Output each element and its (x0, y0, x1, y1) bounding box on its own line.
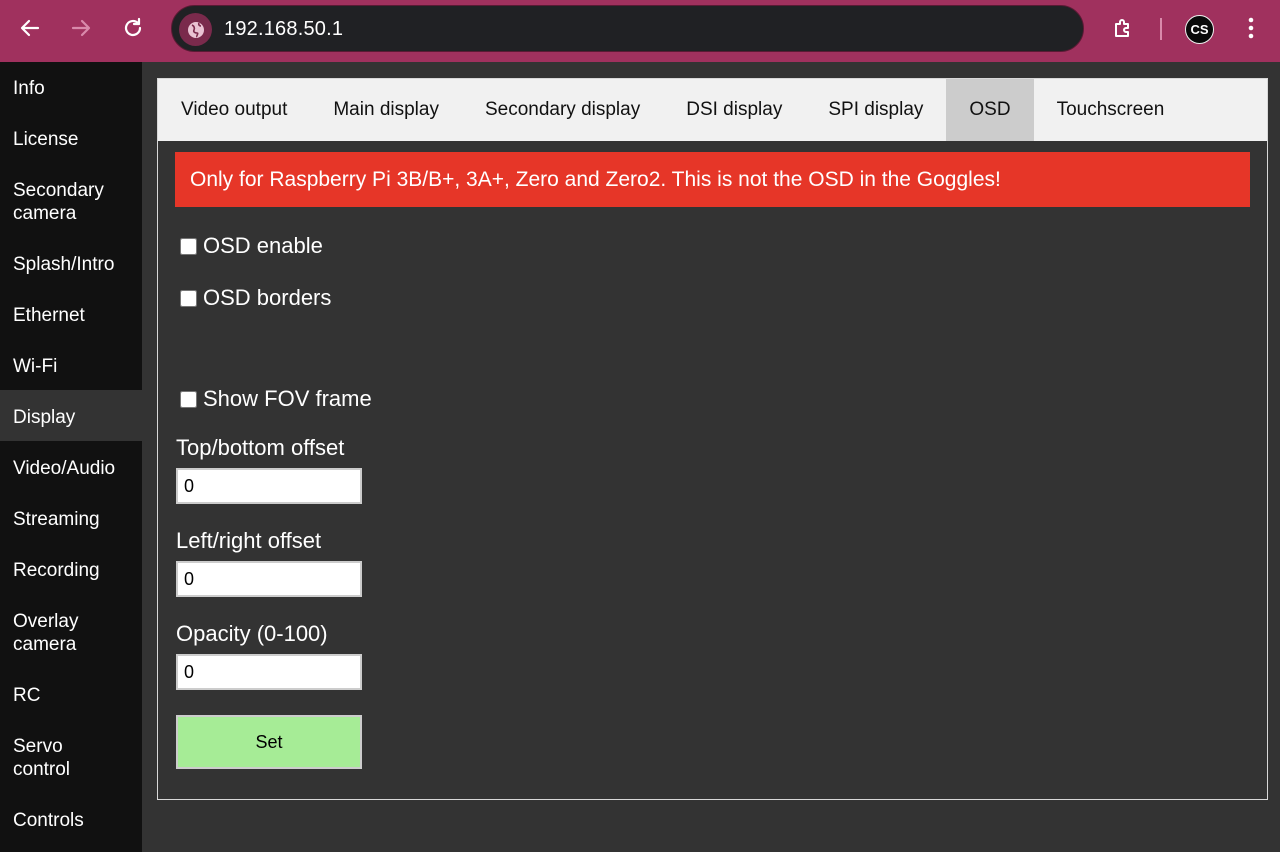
show-fov-row[interactable]: Show FOV frame (180, 386, 372, 412)
profile-avatar[interactable]: CS (1185, 15, 1214, 44)
tab-main-display[interactable]: Main display (310, 79, 462, 141)
opacity-label: Opacity (0-100) (176, 621, 328, 646)
left-right-offset-input[interactable] (176, 561, 362, 597)
globe-icon[interactable] (179, 13, 212, 46)
display-panel: Video output Main display Secondary disp… (157, 78, 1268, 800)
osd-enable-label: OSD enable (203, 233, 323, 258)
osd-enable-checkbox[interactable] (180, 237, 197, 255)
sidebar-item-splash-intro[interactable]: Splash/Intro (0, 237, 142, 288)
left-right-offset-label: Left/right offset (176, 528, 322, 553)
tab-video-output[interactable]: Video output (158, 79, 310, 141)
osd-borders-checkbox[interactable] (180, 289, 197, 307)
set-button[interactable]: Set (176, 715, 362, 769)
reload-icon[interactable] (115, 10, 151, 46)
top-bottom-offset-input[interactable] (176, 468, 362, 504)
tab-bar: Video output Main display Secondary disp… (158, 79, 1267, 141)
more-menu-icon[interactable] (1233, 10, 1269, 46)
sidebar-item-streaming[interactable]: Streaming (0, 492, 142, 543)
extensions-icon[interactable] (1105, 10, 1141, 46)
osd-borders-label: OSD borders (203, 285, 332, 310)
sidebar-item-secondary-camera[interactable]: Secondary camera (0, 163, 130, 237)
tab-dsi-display[interactable]: DSI display (663, 79, 805, 141)
top-bottom-offset-label: Top/bottom offset (176, 435, 345, 460)
sidebar-item-license[interactable]: License (0, 112, 142, 163)
sidebar-item-controls[interactable]: Controls (0, 793, 142, 844)
osd-enable-row[interactable]: OSD enable (180, 233, 323, 259)
url-text: 192.168.50.1 (224, 18, 344, 40)
sidebar-item-wifi[interactable]: Wi-Fi (0, 339, 142, 390)
sidebar-item-overlay-camera[interactable]: Overlay camera (0, 594, 110, 668)
tab-osd[interactable]: OSD (946, 79, 1034, 141)
tab-spi-display[interactable]: SPI display (805, 79, 946, 141)
osd-borders-row[interactable]: OSD borders (180, 285, 331, 311)
browser-toolbar: 192.168.50.1 CS (0, 0, 1280, 62)
sidebar-item-recording[interactable]: Recording (0, 543, 142, 594)
tab-touchscreen[interactable]: Touchscreen (1034, 79, 1188, 141)
sidebar-item-ethernet[interactable]: Ethernet (0, 288, 142, 339)
sidebar-item-video-audio[interactable]: Video/Audio (0, 441, 142, 492)
sidebar-item-info[interactable]: Info (0, 62, 142, 112)
sidebar-item-display[interactable]: Display (0, 390, 142, 441)
back-arrow-icon[interactable] (12, 10, 48, 46)
tab-secondary-display[interactable]: Secondary display (462, 79, 663, 141)
sidebar: Info License Secondary camera Splash/Int… (0, 62, 142, 852)
warning-banner: Only for Raspberry Pi 3B/B+, 3A+, Zero a… (175, 152, 1250, 207)
sidebar-item-rc[interactable]: RC (0, 668, 142, 719)
sidebar-item-servo-control[interactable]: Servo control (0, 719, 100, 793)
opacity-input[interactable] (176, 654, 362, 690)
show-fov-label: Show FOV frame (203, 386, 372, 411)
show-fov-checkbox[interactable] (180, 390, 197, 408)
toolbar-divider (1160, 18, 1162, 40)
address-bar[interactable]: 192.168.50.1 (171, 5, 1084, 52)
forward-arrow-icon[interactable] (63, 10, 99, 46)
